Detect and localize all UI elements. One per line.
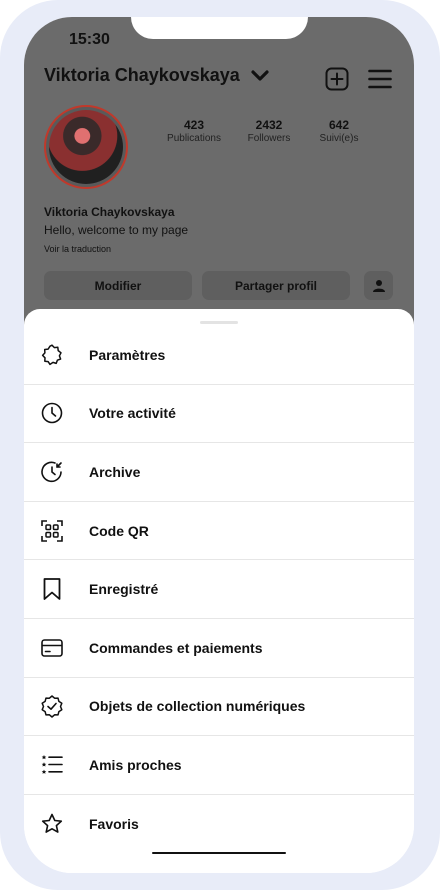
stat-publications[interactable]: 423 Publications — [159, 118, 229, 144]
star-icon — [40, 812, 64, 836]
person-icon — [372, 279, 385, 292]
menu-item-favorites[interactable]: Favoris — [24, 795, 414, 854]
username-switcher[interactable]: Viktoria Chaykovskaya — [44, 65, 270, 86]
stat-followers[interactable]: 2432 Followers — [239, 118, 299, 144]
create-post-icon[interactable] — [325, 67, 349, 91]
avatar[interactable] — [44, 105, 128, 189]
menu-item-label: Amis proches — [89, 756, 182, 773]
device-notch — [131, 17, 308, 39]
edit-profile-button[interactable]: Modifier — [44, 271, 192, 300]
menu-item-label: Enregistré — [89, 581, 159, 598]
home-indicator[interactable] — [152, 852, 286, 854]
stat-value: 642 — [328, 118, 350, 132]
bookmark-icon — [40, 577, 64, 601]
menu-item-label: Favoris — [89, 816, 139, 833]
stat-value: 423 — [183, 118, 205, 132]
archive-icon — [40, 460, 64, 484]
menu-item-close-friends[interactable]: Amis proches — [24, 736, 414, 795]
menu-item-qr-code[interactable]: Code QR — [24, 502, 414, 561]
bio-text: Hello, welcome to my page — [44, 223, 189, 237]
sheet-grab-handle[interactable] — [200, 321, 238, 324]
verified-badge-icon — [40, 694, 64, 719]
stat-value: 2432 — [255, 118, 283, 132]
hamburger-menu-icon[interactable] — [368, 67, 392, 91]
menu-item-label: Votre activité — [89, 405, 176, 422]
menu-list: Paramètres Votre activité Archive Code Q… — [24, 326, 414, 853]
discover-people-button[interactable] — [364, 271, 393, 300]
menu-item-saved[interactable]: Enregistré — [24, 560, 414, 619]
menu-item-label: Paramètres — [89, 346, 166, 363]
profile-background-dimmed: 15:30 Viktoria Chaykovskaya 423 Publicat… — [24, 17, 414, 347]
menu-item-label: Commandes et paiements — [89, 639, 263, 656]
menu-item-label: Archive — [89, 463, 141, 480]
menu-item-orders-payments[interactable]: Commandes et paiements — [24, 619, 414, 678]
menu-item-archive[interactable]: Archive — [24, 443, 414, 502]
bio-name: Viktoria Chaykovskaya — [44, 205, 175, 219]
qr-code-icon — [40, 519, 64, 543]
device-frame: 15:30 Viktoria Chaykovskaya 423 Publicat… — [0, 0, 440, 890]
stat-label: Followers — [247, 133, 291, 144]
menu-item-digital-collectibles[interactable]: Objets de collection numériques — [24, 678, 414, 737]
menu-item-label: Objets de collection numériques — [89, 698, 306, 715]
status-time: 15:30 — [69, 31, 110, 48]
settings-icon — [40, 343, 64, 367]
activity-clock-icon — [40, 401, 64, 425]
bottom-sheet-menu: Paramètres Votre activité Archive Code Q… — [24, 309, 414, 873]
share-profile-button[interactable]: Partager profil — [202, 271, 350, 300]
phone-screen: 15:30 Viktoria Chaykovskaya 423 Publicat… — [24, 17, 414, 873]
card-icon — [40, 636, 64, 660]
stat-label: Publications — [167, 133, 221, 144]
stat-following[interactable]: 642 Suivi(e)s — [311, 118, 367, 144]
chevron-down-icon — [250, 68, 270, 84]
profile-username: Viktoria Chaykovskaya — [44, 65, 240, 85]
menu-item-activity[interactable]: Votre activité — [24, 385, 414, 444]
stat-label: Suivi(e)s — [319, 133, 359, 144]
translate-link[interactable]: Voir la traduction — [44, 244, 111, 254]
menu-item-settings[interactable]: Paramètres — [24, 326, 414, 385]
menu-item-label: Code QR — [89, 522, 149, 539]
close-friends-list-icon — [40, 753, 64, 777]
